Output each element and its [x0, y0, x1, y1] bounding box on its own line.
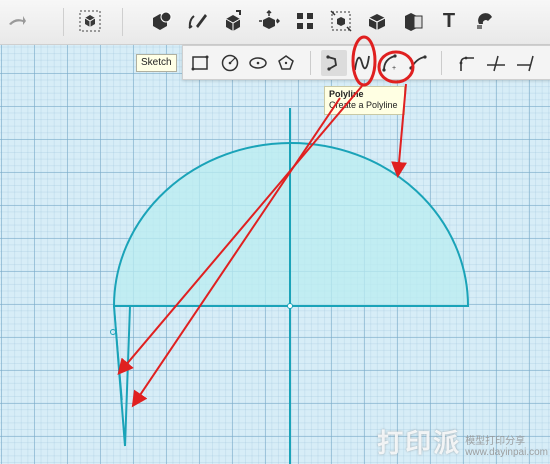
redo-arrow-icon[interactable] [4, 8, 30, 34]
toolbar-separator [63, 8, 64, 36]
watermark: 打印派 模型打印分享 www.dayinpai.com [377, 423, 548, 460]
modify-cube-icon[interactable] [364, 8, 390, 34]
trim-tool-icon[interactable] [483, 50, 509, 76]
tooltip-description: Create a Polyline [329, 100, 398, 110]
rectangle-tool-icon[interactable] [187, 50, 213, 76]
spline-tool-icon[interactable] [349, 50, 375, 76]
main-toolbar: T [0, 0, 550, 45]
polyline-tail-inner [113, 305, 123, 401]
watermark-logo-text: 打印派 [377, 428, 462, 458]
center-point[interactable] [287, 303, 293, 309]
tooltip-title: Polyline [329, 89, 364, 99]
circle-tool-icon[interactable] [217, 50, 243, 76]
text-icon[interactable]: T [436, 8, 462, 34]
sketch-toolbar-separator [310, 51, 311, 75]
grid-cube-icon[interactable] [77, 8, 103, 34]
polyline-tooltip: Polyline Create a Polyline [324, 86, 405, 115]
toolbar-separator [122, 8, 123, 36]
transform-cube-icon[interactable] [256, 8, 282, 34]
snap-magnet-icon[interactable] [472, 8, 498, 34]
watermark-url: www.dayinpai.com [465, 447, 548, 458]
extend-tool-icon[interactable] [513, 50, 539, 76]
fillet-tool-icon[interactable] [453, 50, 479, 76]
sketch-menu-label: Sketch [136, 54, 177, 72]
polyline-tool-icon[interactable] [321, 50, 347, 76]
primitive-shapes-icon[interactable] [148, 8, 174, 34]
pattern-grid-icon[interactable] [292, 8, 318, 34]
watermark-tagline: 模型打印分享 [465, 436, 526, 447]
group-icon[interactable] [328, 8, 354, 34]
sketch-toolbar-separator [441, 51, 442, 75]
two-point-arc-tool-icon[interactable]: + [377, 50, 403, 76]
sketch-toolbar: + [182, 45, 550, 80]
combine-icon[interactable] [400, 8, 426, 34]
svg-text:+: + [392, 65, 396, 72]
three-point-arc-tool-icon[interactable] [405, 50, 431, 76]
construct-cube-icon[interactable] [220, 8, 246, 34]
sketch-pencil-icon[interactable] [184, 8, 210, 34]
ellipse-tool-icon[interactable] [245, 50, 271, 76]
endpoint-marker[interactable] [110, 329, 116, 335]
polygon-tool-icon[interactable] [273, 50, 299, 76]
